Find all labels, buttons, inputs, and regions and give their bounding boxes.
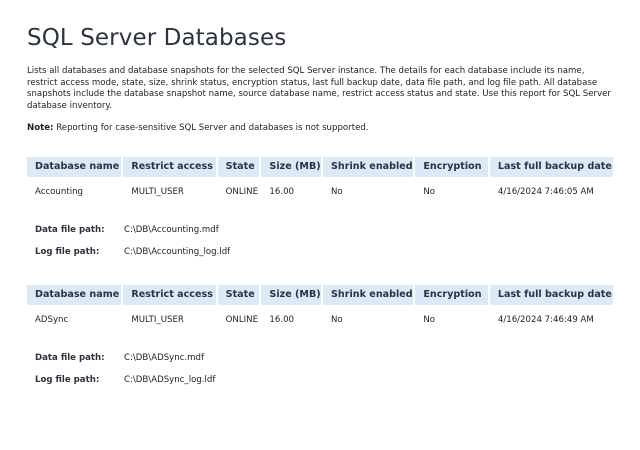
column-header-shrink-enabled: Shrink enabled — [323, 157, 414, 177]
column-header-encryption: Encryption — [415, 285, 488, 305]
table-row: ADSync MULTI_USER ONLINE 16.00 No No 4/1… — [27, 305, 613, 335]
database-name-cell: Accounting — [35, 187, 83, 197]
column-header-size: Size (MB) — [261, 157, 321, 177]
encryption-cell: No — [423, 187, 436, 197]
page-title: SQL Server Databases — [27, 25, 287, 51]
data-file-path-label: Data file path: — [35, 353, 105, 363]
size-cell: 16.00 — [269, 187, 295, 197]
column-header-size: Size (MB) — [261, 285, 321, 305]
last-full-backup-cell: 4/16/2024 7:46:05 AM — [497, 187, 594, 197]
column-header-database-name: Database name — [27, 285, 122, 305]
last-full-backup-cell: 4/16/2024 7:46:49 AM — [497, 315, 594, 325]
log-file-path-label: Log file path: — [35, 375, 100, 385]
log-file-path-value: C:\DB\ADSync_log.ldf — [124, 375, 216, 385]
note-label: Note: — [27, 123, 54, 134]
column-header-shrink-enabled: Shrink enabled — [323, 285, 414, 305]
column-header-restrict-access: Restrict access — [123, 157, 216, 177]
log-file-path-label: Log file path: — [35, 247, 100, 257]
log-file-path-value: C:\DB\Accounting_log.ldf — [124, 247, 231, 257]
table-header-row: Database name Restrict access State Size… — [27, 285, 613, 305]
data-file-path-row: Data file path: C:\DB\ADSync.mdf — [35, 347, 613, 369]
restrict-access-cell: MULTI_USER — [131, 315, 184, 325]
data-file-path-value: C:\DB\ADSync.mdf — [124, 353, 204, 363]
encryption-cell: No — [423, 315, 436, 325]
log-file-path-row: Log file path: C:\DB\ADSync_log.ldf — [35, 369, 613, 391]
state-cell: ONLINE — [225, 315, 259, 325]
report-note: Note: Reporting for case-sensitive SQL S… — [27, 123, 617, 134]
column-header-state: State — [217, 157, 260, 177]
data-file-path-row: Data file path: C:\DB\Accounting.mdf — [35, 219, 613, 241]
state-cell: ONLINE — [225, 187, 259, 197]
note-text: Reporting for case-sensitive SQL Server … — [53, 123, 369, 134]
data-file-path-value: C:\DB\Accounting.mdf — [124, 225, 219, 235]
log-file-path-row: Log file path: C:\DB\Accounting_log.ldf — [35, 241, 613, 263]
restrict-access-cell: MULTI_USER — [131, 187, 184, 197]
file-paths: Data file path: C:\DB\Accounting.mdf Log… — [27, 219, 613, 263]
report-description: Lists all databases and database snapsho… — [27, 66, 611, 111]
column-header-last-full-backup: Last full backup date — [489, 157, 613, 177]
database-name-cell: ADSync — [35, 315, 69, 325]
size-cell: 16.00 — [269, 315, 295, 325]
column-header-database-name: Database name — [27, 157, 122, 177]
data-file-path-label: Data file path: — [35, 225, 105, 235]
shrink-enabled-cell: No — [331, 315, 343, 325]
table-row: Accounting MULTI_USER ONLINE 16.00 No No… — [27, 177, 613, 207]
column-header-restrict-access: Restrict access — [123, 285, 216, 305]
database-table-accounting: Database name Restrict access State Size… — [27, 157, 613, 263]
column-header-encryption: Encryption — [415, 157, 488, 177]
file-paths: Data file path: C:\DB\ADSync.mdf Log fil… — [27, 347, 613, 391]
shrink-enabled-cell: No — [331, 187, 343, 197]
column-header-last-full-backup: Last full backup date — [489, 285, 613, 305]
column-header-state: State — [217, 285, 260, 305]
report-header: SQL Server Databases Lists all databases… — [27, 24, 617, 134]
table-header-row: Database name Restrict access State Size… — [27, 157, 613, 177]
database-table-adsync: Database name Restrict access State Size… — [27, 285, 613, 391]
